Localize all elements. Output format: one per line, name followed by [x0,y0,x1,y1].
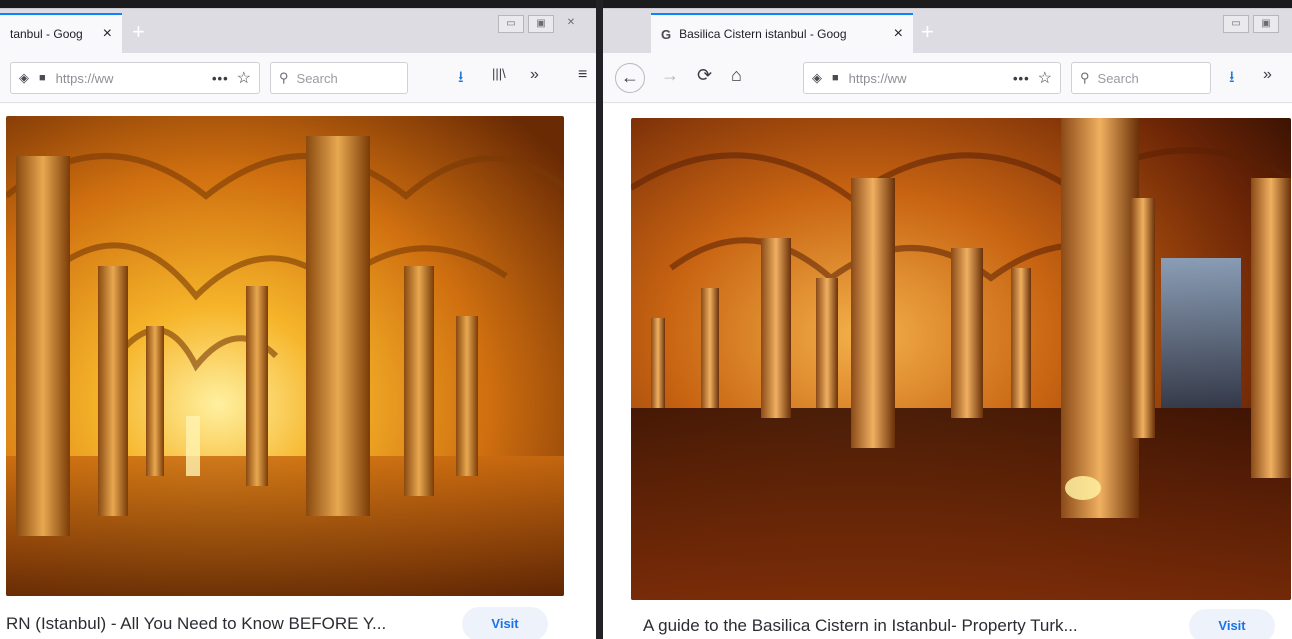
search-input[interactable]: ⚲ Search [1071,62,1211,94]
bookmark-star-icon[interactable]: ☆ [1038,68,1052,88]
nav-toolbar: ← → ⟳ ⌂ ◈ ■ https://ww ••• ☆ ⚲ Search ⭳ … [603,53,1292,103]
close-tab-icon[interactable]: × [894,25,903,43]
browser-window-left: tanbul - Goog × + ▭ ▣ ✕ ◈ ■ https://ww •… [0,8,596,639]
search-placeholder: Search [1097,70,1139,86]
cistern-photo-right[interactable] [631,118,1291,600]
home-icon[interactable]: ⌂ [731,65,742,86]
download-icon[interactable]: ⭳ [1229,66,1235,93]
close-tab-icon[interactable]: × [103,25,112,43]
visit-button[interactable]: Visit [1189,609,1275,639]
result-caption[interactable]: A guide to the Basilica Cistern in Istan… [643,616,1078,636]
screen-top-edge [0,0,1292,8]
maximize-icon[interactable]: ▣ [1253,15,1279,33]
cistern-photo-left[interactable] [6,116,564,596]
bookmark-star-icon[interactable]: ☆ [237,68,251,88]
new-tab-icon[interactable]: + [132,19,145,45]
search-input[interactable]: ⚲ Search [270,62,408,94]
search-icon: ⚲ [1080,70,1090,85]
tab-google[interactable]: G Basilica Cistern istanbul - Goog × [651,13,913,53]
minimize-icon[interactable]: ▭ [498,15,524,33]
close-window-icon[interactable]: ✕ [558,15,584,33]
window-controls: ▭ ▣ ✕ [498,15,584,33]
visit-button[interactable]: Visit [462,607,548,639]
back-icon[interactable]: ← [615,63,645,93]
lock-icon: ■ [832,72,839,84]
url-bar[interactable]: ◈ ■ https://ww ••• ☆ [803,62,1061,94]
nav-toolbar: ◈ ■ https://ww ••• ☆ ⚲ Search ⭳ |||\ » ≡ [0,53,596,103]
page-actions-icon[interactable]: ••• [212,71,229,86]
reload-icon[interactable]: ⟳ [697,65,712,86]
new-tab-icon[interactable]: + [921,19,934,45]
tab-tripadvisor[interactable]: tanbul - Goog × [0,13,122,53]
shield-icon[interactable]: ◈ [812,70,822,86]
tab-title: Basilica Cistern istanbul - Goog [679,27,847,41]
url-text: https://ww [55,70,114,86]
page-content: RN (Istanbul) - All You Need to Know BEF… [0,104,596,639]
search-icon: ⚲ [279,70,289,85]
page-content: A guide to the Basilica Cistern in Istan… [603,104,1292,639]
window-divider [596,0,603,639]
window-controls: ▭ ▣ [1223,15,1279,33]
maximize-icon[interactable]: ▣ [528,15,554,33]
shield-icon[interactable]: ◈ [19,70,29,86]
overflow-icon[interactable]: » [1263,66,1272,84]
browser-window-right: G Basilica Cistern istanbul - Goog × + ▭… [603,8,1292,639]
tab-title: tanbul - Goog [10,27,83,41]
forward-icon[interactable]: → [661,65,679,86]
google-favicon-icon: G [661,26,672,42]
menu-icon[interactable]: ≡ [578,66,587,84]
tab-bar: tanbul - Goog × + ▭ ▣ ✕ [0,9,596,53]
library-icon[interactable]: |||\ [492,66,506,81]
url-bar[interactable]: ◈ ■ https://ww ••• ☆ [10,62,260,94]
result-caption[interactable]: RN (Istanbul) - All You Need to Know BEF… [6,614,386,634]
minimize-icon[interactable]: ▭ [1223,15,1249,33]
tab-bar: G Basilica Cistern istanbul - Goog × + ▭… [603,9,1292,53]
lock-icon: ■ [39,72,46,84]
download-icon[interactable]: ⭳ [458,66,464,93]
search-placeholder: Search [296,70,338,86]
overflow-icon[interactable]: » [530,66,539,84]
page-actions-icon[interactable]: ••• [1013,71,1030,86]
url-text: https://ww [848,70,907,86]
